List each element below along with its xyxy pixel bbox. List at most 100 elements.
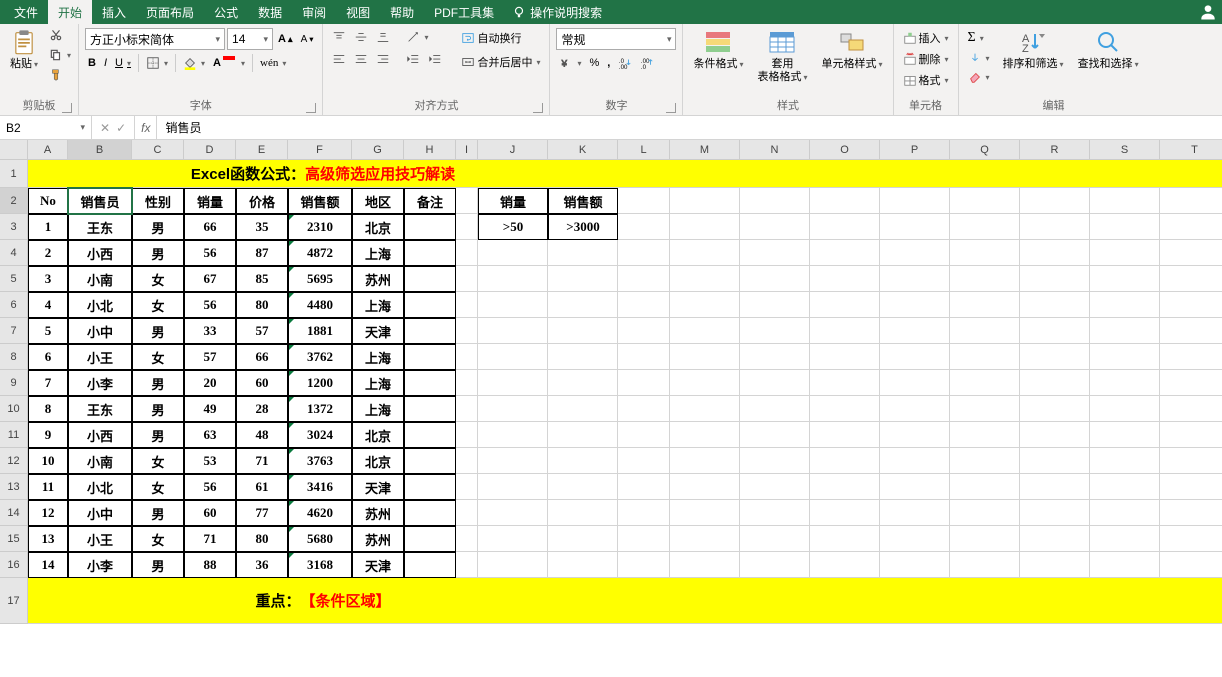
cell[interactable]: 56	[184, 240, 236, 266]
cell[interactable]	[1160, 552, 1222, 578]
cell[interactable]	[1090, 526, 1160, 552]
cell[interactable]	[950, 526, 1020, 552]
cell[interactable]: 71	[236, 448, 288, 474]
cell[interactable]	[740, 318, 810, 344]
cell[interactable]	[880, 578, 950, 624]
cell[interactable]: 4	[28, 292, 68, 318]
cell[interactable]	[1160, 396, 1222, 422]
decrease-font-button[interactable]: A▾	[298, 32, 317, 47]
cell[interactable]	[456, 370, 478, 396]
font-dialog-launcher[interactable]	[306, 103, 316, 113]
cell-styles-button[interactable]: 单元格样式	[816, 26, 889, 73]
align-middle-button[interactable]	[351, 28, 371, 46]
cell[interactable]	[478, 292, 548, 318]
row-header-7[interactable]: 7	[0, 318, 27, 344]
cell[interactable]	[404, 500, 456, 526]
cell[interactable]	[1090, 474, 1160, 500]
decrease-indent-button[interactable]	[403, 50, 423, 68]
orientation-button[interactable]	[403, 28, 431, 46]
col-header-D[interactable]: D	[184, 140, 236, 159]
font-size-combo[interactable]: 14▾	[227, 28, 273, 50]
tab-review[interactable]: 审阅	[292, 0, 336, 25]
cell[interactable]: 上海	[352, 292, 404, 318]
cell[interactable]	[618, 500, 670, 526]
cell[interactable]: Excel函数公式：高级筛选应用技巧解读	[28, 160, 618, 188]
cell[interactable]	[670, 188, 740, 214]
fill-color-button[interactable]	[180, 54, 208, 72]
cell[interactable]: 80	[236, 526, 288, 552]
format-cells-button[interactable]: 格式	[900, 70, 952, 90]
cell[interactable]	[618, 214, 670, 240]
cell[interactable]: 重点：【条件区域】	[28, 578, 618, 624]
cell[interactable]: 61	[236, 474, 288, 500]
cell[interactable]	[478, 474, 548, 500]
cell[interactable]: 77	[236, 500, 288, 526]
percent-button[interactable]: %	[586, 55, 602, 71]
wrap-text-button[interactable]: 自动换行	[458, 28, 543, 48]
cell[interactable]	[1020, 318, 1090, 344]
cell[interactable]: 小中	[68, 500, 132, 526]
cell[interactable]: 男	[132, 552, 184, 578]
cell[interactable]	[810, 370, 880, 396]
cell[interactable]	[1020, 526, 1090, 552]
cell[interactable]: 71	[184, 526, 236, 552]
formula-input[interactable]: 销售员	[156, 116, 1222, 139]
cell[interactable]	[1160, 448, 1222, 474]
cell[interactable]	[950, 422, 1020, 448]
col-header-E[interactable]: E	[236, 140, 288, 159]
cell[interactable]	[810, 344, 880, 370]
cell[interactable]	[404, 344, 456, 370]
cell[interactable]: 备注	[404, 188, 456, 214]
cell[interactable]	[1160, 214, 1222, 240]
cell[interactable]	[810, 448, 880, 474]
cell[interactable]: 35	[236, 214, 288, 240]
cell[interactable]: 女	[132, 526, 184, 552]
font-color-button[interactable]: A	[210, 54, 248, 72]
cell[interactable]	[1160, 370, 1222, 396]
cell[interactable]: 男	[132, 318, 184, 344]
cell[interactable]: 13	[28, 526, 68, 552]
cell[interactable]	[810, 292, 880, 318]
tab-layout[interactable]: 页面布局	[136, 0, 204, 25]
cell[interactable]	[1160, 474, 1222, 500]
cell[interactable]: 12	[28, 500, 68, 526]
col-header-P[interactable]: P	[880, 140, 950, 159]
cell[interactable]	[880, 370, 950, 396]
cell[interactable]: 小北	[68, 474, 132, 500]
cell[interactable]: 66	[236, 344, 288, 370]
cell[interactable]: 6	[28, 344, 68, 370]
cell[interactable]	[880, 396, 950, 422]
copy-button[interactable]	[46, 46, 74, 64]
cell[interactable]	[548, 240, 618, 266]
col-header-A[interactable]: A	[28, 140, 68, 159]
cell[interactable]	[478, 552, 548, 578]
cell[interactable]	[456, 552, 478, 578]
cell[interactable]	[404, 370, 456, 396]
cell[interactable]	[1020, 214, 1090, 240]
row-header-16[interactable]: 16	[0, 552, 27, 578]
cell[interactable]	[1020, 240, 1090, 266]
cell[interactable]	[740, 266, 810, 292]
cell[interactable]: 苏州	[352, 500, 404, 526]
col-header-R[interactable]: R	[1020, 140, 1090, 159]
cell[interactable]	[810, 266, 880, 292]
cell[interactable]	[618, 160, 670, 188]
cell[interactable]	[404, 474, 456, 500]
cell[interactable]	[1020, 500, 1090, 526]
phonetic-button[interactable]: wén	[257, 55, 289, 71]
row-header-4[interactable]: 4	[0, 240, 27, 266]
cell[interactable]: 小中	[68, 318, 132, 344]
col-header-S[interactable]: S	[1090, 140, 1160, 159]
cell[interactable]: 上海	[352, 396, 404, 422]
cell[interactable]	[670, 422, 740, 448]
cell[interactable]: 苏州	[352, 266, 404, 292]
cell[interactable]	[1020, 448, 1090, 474]
accept-formula-button[interactable]: ✓	[116, 121, 126, 135]
cell[interactable]: 小南	[68, 448, 132, 474]
cell[interactable]: 1	[28, 214, 68, 240]
comma-button[interactable]: ,	[604, 55, 613, 71]
cell[interactable]: 14	[28, 552, 68, 578]
cell[interactable]	[670, 214, 740, 240]
cell[interactable]	[1090, 370, 1160, 396]
cell[interactable]	[880, 188, 950, 214]
